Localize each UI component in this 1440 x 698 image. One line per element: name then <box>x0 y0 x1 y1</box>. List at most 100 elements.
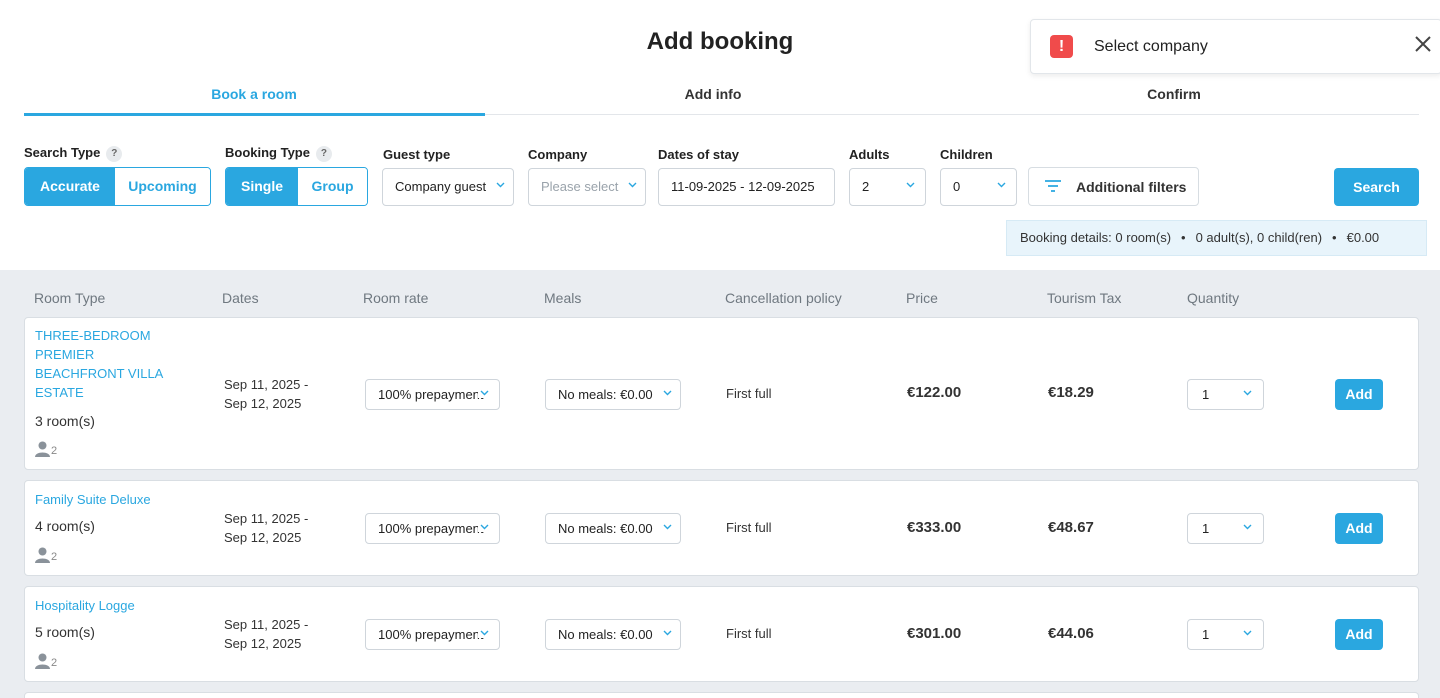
chevron-down-icon <box>496 182 505 190</box>
room-rate-value: 100% prepayment <box>378 521 484 536</box>
alert-icon: ! <box>1050 35 1073 58</box>
guest-capacity: 2 <box>35 649 57 669</box>
additional-filters-button[interactable]: Additional filters <box>1028 167 1199 206</box>
company-select[interactable]: Please select <box>528 168 646 206</box>
room-price: €122.00 <box>907 384 962 401</box>
stay-dates: Sep 11, 2025 - Sep 12, 2025 <box>224 375 308 413</box>
date-from: Sep 11, 2025 - <box>224 617 309 632</box>
cancellation-policy: First full <box>726 520 772 535</box>
separator-dot: • <box>1181 230 1186 245</box>
quantity-value: 1 <box>1202 521 1210 536</box>
active-step-indicator <box>24 113 485 116</box>
chevron-down-icon <box>1243 390 1252 398</box>
meals-select[interactable]: No meals: €0.00 <box>545 379 681 410</box>
room-price: €333.00 <box>907 519 962 536</box>
person-icon <box>35 547 50 563</box>
room-type-link[interactable]: Hospitality Logge <box>35 596 185 615</box>
quantity-select[interactable]: 1 <box>1187 379 1264 410</box>
adults-value: 2 <box>862 179 870 194</box>
search-type-label-text: Search Type <box>24 145 101 160</box>
guest-type-select[interactable]: Company guest <box>382 168 514 206</box>
chevron-down-icon <box>478 390 490 398</box>
add-room-button[interactable]: Add <box>1335 619 1383 650</box>
room-count: 3 room(s) <box>35 413 95 429</box>
tab-confirm[interactable]: Confirm <box>944 86 1404 102</box>
search-type-upcoming[interactable]: Upcoming <box>115 168 210 205</box>
help-icon[interactable]: ? <box>315 145 332 162</box>
tourism-tax: €18.29 <box>1048 384 1094 401</box>
children-label: Children <box>940 147 993 162</box>
booking-type-single[interactable]: Single <box>226 168 298 205</box>
close-icon[interactable] <box>1411 34 1435 58</box>
meals-select[interactable]: No meals: €0.00 <box>545 513 681 544</box>
add-room-button[interactable]: Add <box>1335 513 1383 544</box>
tab-add-info[interactable]: Add info <box>483 86 943 102</box>
date-from: Sep 11, 2025 - <box>224 377 309 392</box>
cancellation-policy: First full <box>726 626 772 641</box>
chevron-down-icon <box>663 524 672 532</box>
booking-type-label: Booking Type? <box>225 145 332 162</box>
room-row: Hospitality Logge 5 room(s) 2 Sep 11, 20… <box>24 586 1419 682</box>
room-rate-value: 100% prepayment <box>378 387 484 402</box>
date-to: Sep 12, 2025 <box>224 396 302 411</box>
meals-value: No meals: €0.00 <box>558 521 653 536</box>
meals-value: No meals: €0.00 <box>558 627 653 642</box>
meals-value: No meals: €0.00 <box>558 387 653 402</box>
chevron-down-icon <box>628 182 637 190</box>
dates-of-stay-label: Dates of stay <box>658 147 739 162</box>
column-header-price: Price <box>906 290 938 306</box>
quantity-select[interactable]: 1 <box>1187 619 1264 650</box>
column-header-meals: Meals <box>544 290 582 306</box>
room-row: Family Suite Deluxe 4 room(s) 2 Sep 11, … <box>24 480 1419 576</box>
room-rate-select[interactable]: 100% prepayment <box>365 619 500 650</box>
quantity-select[interactable]: 1 <box>1187 513 1264 544</box>
chevron-down-icon <box>663 630 672 638</box>
chevron-down-icon <box>1243 630 1252 638</box>
chevron-down-icon <box>663 390 672 398</box>
company-label: Company <box>528 147 588 162</box>
column-header-quantity: Quantity <box>1187 290 1240 306</box>
room-type-link[interactable]: THREE-BEDROOM PREMIER BEACHFRONT VILLA E… <box>35 326 185 402</box>
add-room-button[interactable]: Add <box>1335 379 1383 410</box>
adults-label: Adults <box>849 147 890 162</box>
booking-details-total: €0.00 <box>1346 230 1380 245</box>
booking-type-group[interactable]: Group <box>298 168 367 205</box>
company-placeholder: Please select <box>541 179 619 194</box>
cancellation-policy: First full <box>726 386 772 401</box>
search-type-label: Search Type? <box>24 145 123 162</box>
meals-select[interactable]: No meals: €0.00 <box>545 619 681 650</box>
person-icon <box>35 441 50 457</box>
guest-type-value: Company guest <box>395 179 487 194</box>
dates-of-stay-input[interactable]: 11-09-2025 - 12-09-2025 <box>658 168 835 206</box>
search-button[interactable]: Search <box>1334 168 1419 206</box>
children-select[interactable]: 0 <box>940 168 1017 206</box>
booking-details-summary: Booking details: 0 room(s) • 0 adult(s), 0… <box>1006 220 1427 256</box>
date-to: Sep 12, 2025 <box>224 530 302 545</box>
room-rate-value: 100% prepayment <box>378 627 484 642</box>
children-value: 0 <box>953 179 961 194</box>
help-icon[interactable]: ? <box>106 145 123 162</box>
room-rate-select[interactable]: 100% prepayment <box>365 379 500 410</box>
date-to: Sep 12, 2025 <box>224 636 302 651</box>
adults-select[interactable]: 2 <box>849 168 926 206</box>
guest-capacity: 2 <box>35 437 57 457</box>
booking-steps: Book a room Add info Confirm <box>24 84 1419 116</box>
chevron-down-icon <box>997 182 1006 190</box>
booking-details-label: Booking details: <box>1020 230 1112 245</box>
stay-dates: Sep 11, 2025 - Sep 12, 2025 <box>224 509 308 547</box>
booking-details-rooms: 0 room(s) <box>1115 230 1172 245</box>
room-count: 4 room(s) <box>35 518 95 534</box>
dates-of-stay-value: 11-09-2025 - 12-09-2025 <box>671 179 815 194</box>
guest-capacity-count: 2 <box>51 551 58 563</box>
room-type-link[interactable]: Family Suite Deluxe <box>35 490 185 509</box>
error-toast: ! Select company <box>1030 19 1440 74</box>
additional-filters-label: Additional filters <box>1076 179 1187 195</box>
date-from: Sep 11, 2025 - <box>224 511 309 526</box>
search-type-accurate[interactable]: Accurate <box>25 168 115 205</box>
booking-details-guests: 0 adult(s), 0 child(ren) <box>1195 230 1323 245</box>
tourism-tax: €48.67 <box>1048 519 1094 536</box>
stay-dates: Sep 11, 2025 - Sep 12, 2025 <box>224 615 308 653</box>
tab-book-a-room[interactable]: Book a room <box>24 86 484 102</box>
room-rate-select[interactable]: 100% prepayment <box>365 513 500 544</box>
person-icon <box>35 653 50 669</box>
